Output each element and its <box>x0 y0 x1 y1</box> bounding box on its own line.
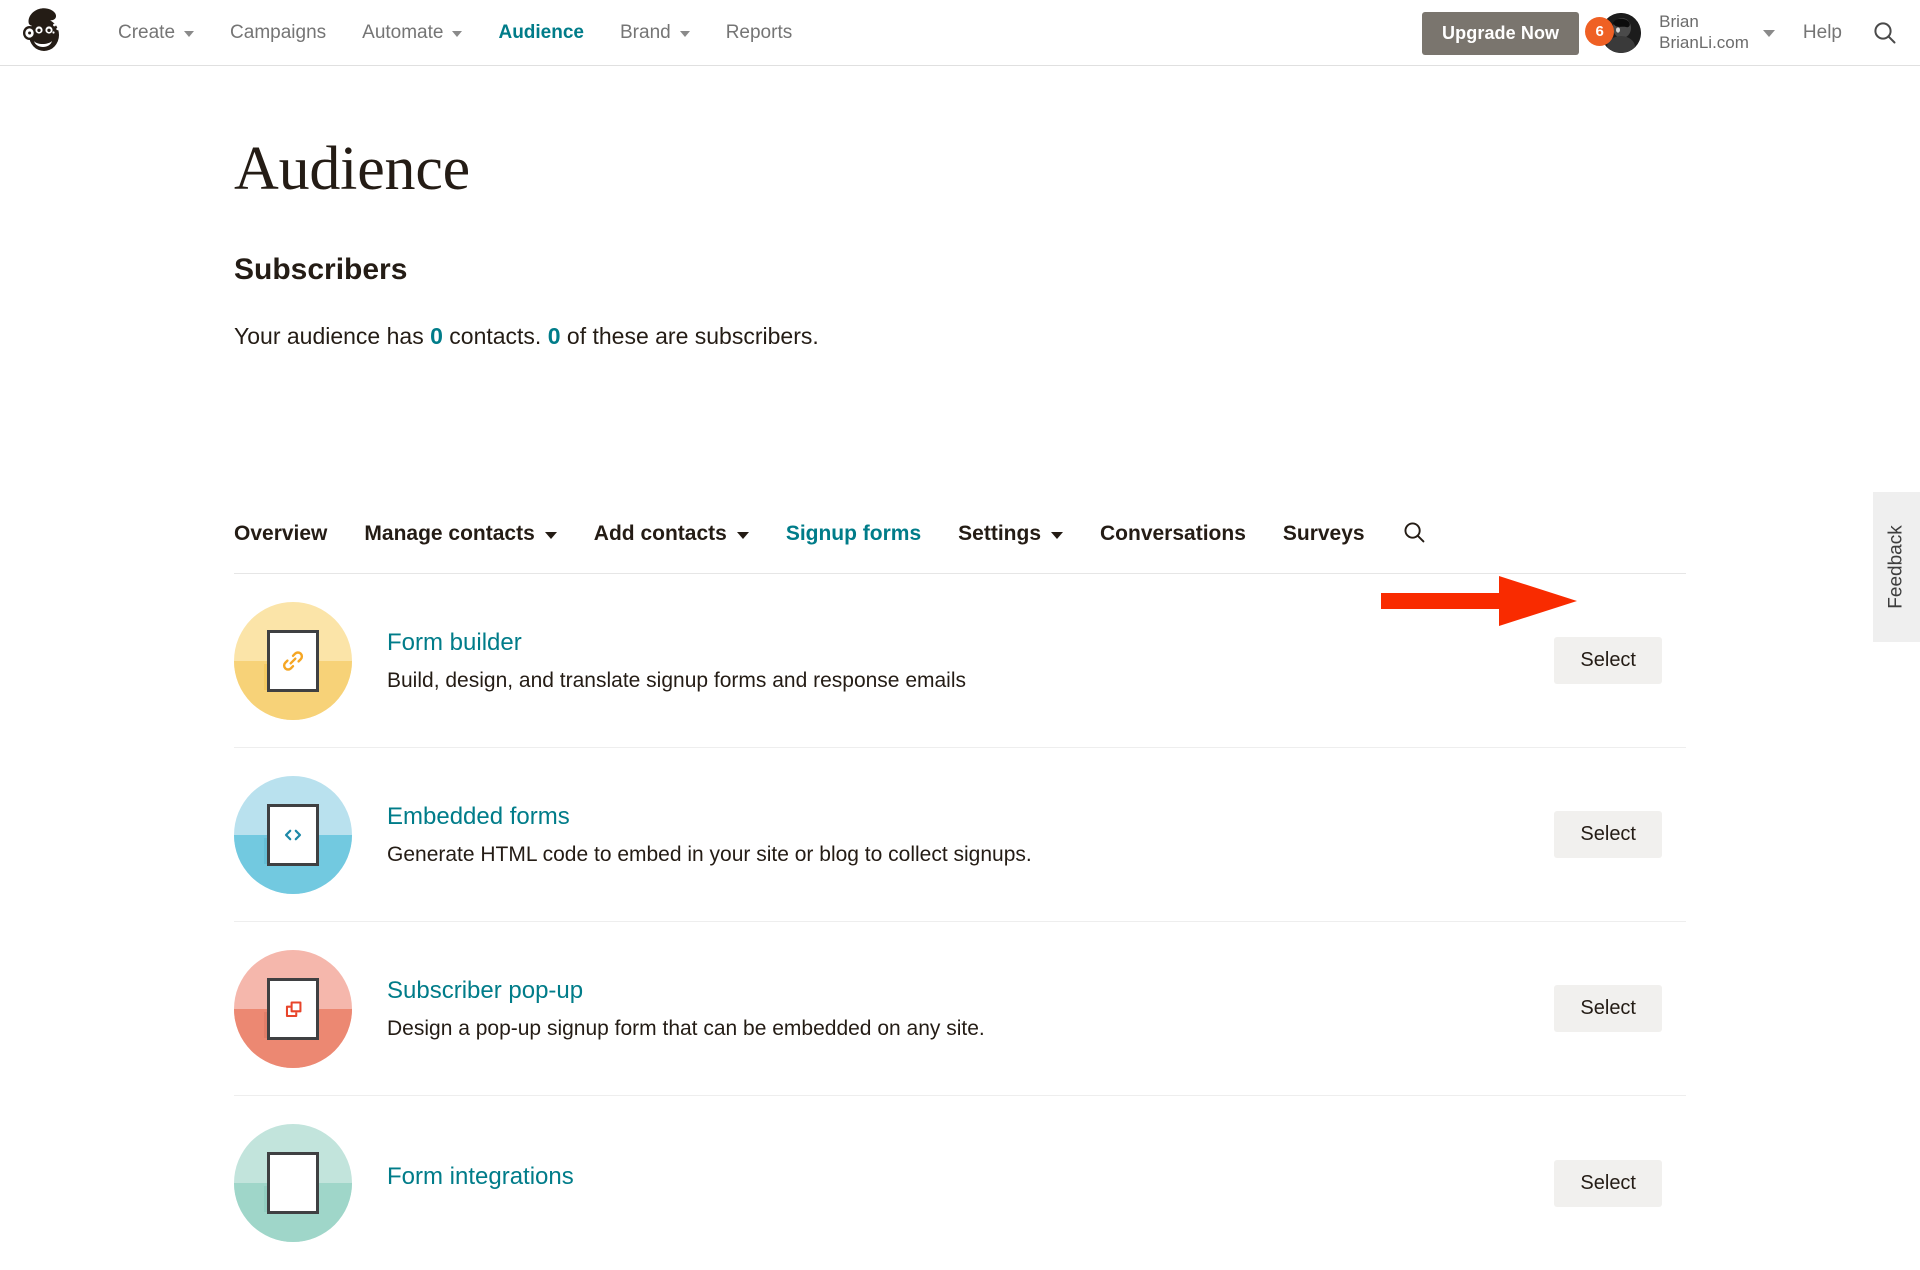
signup-forms-list: Form builder Build, design, and translat… <box>234 574 1686 1270</box>
account-name-block[interactable]: Brian BrianLi.com <box>1659 12 1749 53</box>
account-first-name: Brian <box>1659 12 1699 32</box>
select-button[interactable]: Select <box>1554 811 1662 858</box>
feedback-tab[interactable]: Feedback <box>1873 492 1920 642</box>
tab-label: Conversations <box>1100 522 1246 545</box>
summary-prefix: Your audience has <box>234 323 431 349</box>
top-navigation-bar: Create Campaigns Automate Audience Brand… <box>0 0 1920 66</box>
contacts-count: 0 <box>430 323 443 349</box>
chevron-down-icon <box>452 31 463 37</box>
tab-label: Signup forms <box>785 522 922 545</box>
audience-summary-text: Your audience has 0 contacts. 0 of these… <box>234 323 819 350</box>
notification-badge[interactable]: 6 <box>1585 17 1615 46</box>
list-item[interactable]: Subscriber pop-up Design a pop-up signup… <box>234 922 1686 1096</box>
select-button[interactable]: Select <box>1554 637 1662 684</box>
list-item-title[interactable]: Form builder <box>387 629 522 657</box>
code-brackets-icon <box>234 775 352 894</box>
tab-search-icon[interactable] <box>1402 520 1427 551</box>
tab-signup-forms[interactable]: Signup forms <box>786 522 921 552</box>
link-chain-icon <box>234 601 352 720</box>
nav-item-campaigns[interactable]: Campaigns <box>212 0 344 66</box>
list-item-title[interactable]: Embedded forms <box>387 803 570 831</box>
nav-item-label: Brand <box>620 22 671 43</box>
list-item-description: Build, design, and translate signup form… <box>387 668 966 692</box>
list-item-title[interactable]: Form integrations <box>387 1163 574 1191</box>
tab-label: Surveys <box>1282 522 1365 545</box>
select-button[interactable]: Select <box>1554 985 1662 1032</box>
tab-overview[interactable]: Overview <box>234 522 327 552</box>
feedback-label: Feedback <box>1885 525 1907 609</box>
summary-suffix: of these are subscribers. <box>560 323 819 349</box>
nav-item-create[interactable]: Create <box>100 0 212 66</box>
primary-nav-items: Create Campaigns Automate Audience Brand… <box>100 0 810 66</box>
list-item[interactable]: Form integrations Select <box>234 1096 1686 1270</box>
list-item-text: Form builder Build, design, and translat… <box>387 629 1554 693</box>
tab-add-contacts[interactable]: Add contacts <box>594 522 749 552</box>
list-item-description: Design a pop-up signup form that can be … <box>387 1016 985 1040</box>
nav-item-reports[interactable]: Reports <box>708 0 811 66</box>
integrations-icon <box>234 1124 352 1242</box>
nav-item-label: Audience <box>498 22 584 43</box>
account-avatar-group[interactable]: 6 <box>1585 11 1645 55</box>
list-item-text: Embedded forms Generate HTML code to emb… <box>387 803 1554 867</box>
help-link[interactable]: Help <box>1803 22 1842 44</box>
search-icon[interactable] <box>1872 20 1898 46</box>
nav-item-audience[interactable]: Audience <box>480 0 602 66</box>
nav-item-label: Campaigns <box>230 22 327 43</box>
list-item[interactable]: Embedded forms Generate HTML code to emb… <box>234 748 1686 922</box>
account-site-name: BrianLi.com <box>1659 33 1749 52</box>
chevron-down-icon <box>1051 531 1063 539</box>
nav-item-label: Automate <box>362 22 444 43</box>
page-subtitle: Subscribers <box>234 253 408 286</box>
tab-label: Add contacts <box>593 522 727 545</box>
tab-settings[interactable]: Settings <box>958 522 1063 552</box>
list-item-title[interactable]: Subscriber pop-up <box>387 977 583 1005</box>
subscribers-count: 0 <box>547 323 561 349</box>
mailchimp-freddie-logo[interactable] <box>16 2 70 56</box>
tab-manage-contacts[interactable]: Manage contacts <box>364 522 557 552</box>
tab-surveys[interactable]: Surveys <box>1283 522 1365 552</box>
popup-windows-icon <box>234 949 352 1068</box>
select-button[interactable]: Select <box>1554 1159 1662 1207</box>
upgrade-now-button[interactable]: Upgrade Now <box>1422 11 1580 55</box>
chevron-down-icon <box>544 531 557 539</box>
nav-item-brand[interactable]: Brand <box>602 0 708 66</box>
chevron-down-icon[interactable] <box>1762 29 1775 37</box>
tab-conversations[interactable]: Conversations <box>1100 522 1246 552</box>
nav-right-cluster: Upgrade Now 6 Brian BrianLi.com Help <box>1422 0 1920 66</box>
chevron-down-icon <box>184 31 195 37</box>
tab-label: Overview <box>234 522 328 545</box>
summary-middle: contacts. <box>442 323 548 349</box>
tab-label: Settings <box>958 522 1041 545</box>
tab-label: Manage contacts <box>364 522 535 545</box>
list-item[interactable]: Form builder Build, design, and translat… <box>234 574 1686 748</box>
list-item-text: Subscriber pop-up Design a pop-up signup… <box>387 977 1554 1041</box>
nav-item-automate[interactable]: Automate <box>344 0 480 66</box>
nav-item-label: Reports <box>725 22 793 43</box>
list-item-text: Form integrations <box>387 1163 1554 1203</box>
page-title: Audience <box>234 135 470 203</box>
nav-item-label: Create <box>118 22 176 43</box>
audience-tab-bar: Overview Manage contacts Add contacts Si… <box>234 522 1686 574</box>
list-item-description: Generate HTML code to embed in your site… <box>387 842 1032 866</box>
chevron-down-icon <box>679 31 690 37</box>
chevron-down-icon <box>736 531 749 539</box>
